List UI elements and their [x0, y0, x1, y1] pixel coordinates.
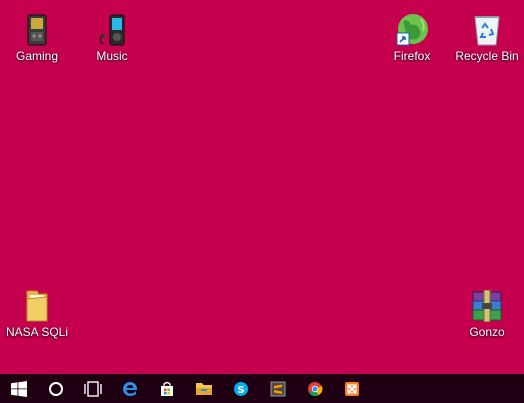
desktop: Gaming Music Firefox Recycle Bin NASA SQ…: [0, 0, 524, 403]
desktop-icon-recycle-bin[interactable]: Recycle Bin: [453, 12, 521, 70]
svg-text:S: S: [237, 385, 244, 396]
chrome-icon: [307, 381, 322, 396]
edge-button[interactable]: [111, 374, 148, 403]
desktop-icon-label: Firefox: [393, 49, 431, 63]
windows-logo-icon: [10, 380, 27, 397]
cortana-button[interactable]: [37, 374, 74, 403]
xampp-icon: [344, 381, 359, 396]
folder-icon: [20, 288, 54, 324]
recycle-bin-icon: [470, 12, 504, 48]
taskbar: S: [0, 374, 524, 403]
search-circle-icon: [48, 381, 63, 396]
desktop-icon-label: Recycle Bin: [455, 49, 519, 63]
mp3-player-icon: [95, 12, 129, 48]
store-button[interactable]: [148, 374, 185, 403]
start-button[interactable]: [0, 374, 37, 403]
desktop-icon-gonzo[interactable]: Gonzo: [453, 288, 521, 346]
handheld-device-icon: [20, 12, 54, 48]
desktop-icon-gaming[interactable]: Gaming: [3, 12, 71, 70]
store-bag-icon: [160, 381, 173, 396]
xampp-button[interactable]: [333, 374, 370, 403]
folder-icon: [195, 383, 212, 395]
task-view-icon: [83, 380, 102, 397]
desktop-icon-firefox[interactable]: Firefox: [378, 12, 446, 70]
skype-icon: S: [233, 381, 248, 396]
desktop-icon-label: Music: [96, 49, 128, 63]
file-explorer-button[interactable]: [185, 374, 222, 403]
desktop-icon-label: Gaming: [15, 49, 59, 63]
skype-button[interactable]: S: [222, 374, 259, 403]
sublime-button[interactable]: [259, 374, 296, 403]
edge-browser-icon: [122, 381, 137, 396]
desktop-icon-music[interactable]: Music: [78, 12, 146, 70]
chrome-button[interactable]: [296, 374, 333, 403]
desktop-icon-nasa-sqli[interactable]: NASA SQLi: [3, 288, 71, 346]
code-editor-icon: [270, 381, 285, 396]
winrar-archive-icon: [470, 288, 504, 324]
desktop-icon-label: NASA SQLi: [5, 325, 69, 339]
task-view-button[interactable]: [74, 374, 111, 403]
firefox-globe-icon: [395, 12, 429, 48]
desktop-icon-label: Gonzo: [469, 325, 505, 339]
